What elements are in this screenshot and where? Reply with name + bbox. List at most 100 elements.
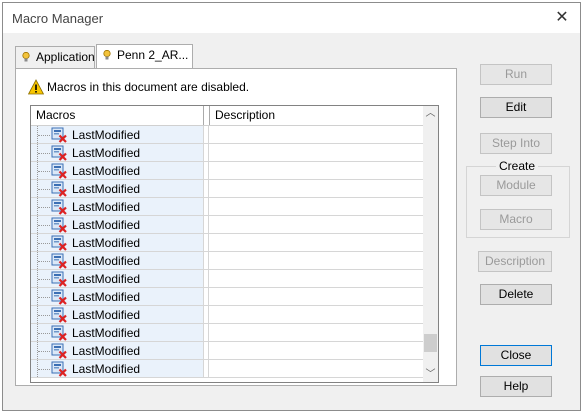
tab-document[interactable]: Penn 2_AR...	[96, 44, 193, 68]
macro-description-cell[interactable]	[209, 360, 423, 377]
macro-name: LastModified	[72, 146, 141, 160]
table-row[interactable]: LastModified	[31, 324, 423, 342]
table-row[interactable]: LastModified	[31, 270, 423, 288]
table-row[interactable]: LastModified	[31, 360, 423, 378]
tree-connector	[37, 324, 51, 341]
macro-name-cell[interactable]: LastModified	[31, 126, 204, 143]
table-row[interactable]: LastModified	[31, 288, 423, 306]
macro-name: LastModified	[72, 326, 141, 340]
table-row[interactable]: LastModified	[31, 144, 423, 162]
close-button[interactable]: Close	[480, 345, 552, 366]
table-row[interactable]: LastModified	[31, 180, 423, 198]
table-row[interactable]: LastModified	[31, 216, 423, 234]
macro-description-cell[interactable]	[209, 162, 423, 179]
macro-description-cell[interactable]	[209, 198, 423, 215]
disabled-macro-icon	[51, 181, 67, 197]
macro-name-cell[interactable]: LastModified	[31, 360, 204, 377]
macro-name: LastModified	[72, 344, 141, 358]
warning-icon	[28, 79, 44, 95]
macro-rows: LastModified LastModified LastModified Last…	[31, 126, 423, 378]
vertical-scrollbar[interactable]: ︿ ﹀	[423, 106, 438, 382]
macro-name-cell[interactable]: LastModified	[31, 342, 204, 359]
macro-description-cell[interactable]	[209, 234, 423, 251]
module-button[interactable]: Module	[480, 175, 552, 196]
step-into-button[interactable]: Step Into	[480, 133, 552, 154]
macro-name-cell[interactable]: LastModified	[31, 306, 204, 323]
macro-manager-dialog: Macro Manager ✕ Application Penn 2_AR...…	[2, 2, 581, 411]
scroll-thumb[interactable]	[424, 334, 437, 352]
macro-name: LastModified	[72, 182, 141, 196]
macro-name-cell[interactable]: LastModified	[31, 198, 204, 215]
tree-connector	[37, 216, 51, 233]
macro-name-cell[interactable]: LastModified	[31, 270, 204, 287]
table-row[interactable]: LastModified	[31, 126, 423, 144]
macro-list[interactable]: Macros Description LastModified LastModif…	[30, 105, 439, 383]
macro-description-cell[interactable]	[209, 126, 423, 143]
create-group-label: Create	[496, 158, 539, 174]
table-row[interactable]: LastModified	[31, 306, 423, 324]
tree-connector	[37, 198, 51, 215]
description-button[interactable]: Description	[478, 251, 552, 272]
macro-name-cell[interactable]: LastModified	[31, 180, 204, 197]
lightbulb-icon	[103, 50, 111, 60]
scroll-up-arrow-icon[interactable]: ︿	[423, 106, 438, 121]
macro-name-cell[interactable]: LastModified	[31, 324, 204, 341]
disabled-macro-icon	[51, 289, 67, 305]
warning-banner: Macros in this document are disabled.	[28, 77, 249, 97]
macro-name-cell[interactable]: LastModified	[31, 288, 204, 305]
tree-connector	[37, 162, 51, 179]
column-header-description[interactable]: Description	[209, 106, 423, 125]
macro-description-cell[interactable]	[209, 144, 423, 161]
tab-document-label: Penn 2_AR...	[117, 48, 189, 62]
edit-button[interactable]: Edit	[480, 97, 552, 118]
macro-description-cell[interactable]	[209, 342, 423, 359]
macro-name: LastModified	[72, 290, 141, 304]
macro-description-cell[interactable]	[209, 324, 423, 341]
macro-description-cell[interactable]	[209, 252, 423, 269]
table-row[interactable]: LastModified	[31, 252, 423, 270]
tree-connector	[37, 306, 51, 323]
macro-description-cell[interactable]	[209, 306, 423, 323]
macro-name-cell[interactable]: LastModified	[31, 234, 204, 251]
disabled-macro-icon	[51, 307, 67, 323]
run-button[interactable]: Run	[480, 64, 552, 85]
disabled-macro-icon	[51, 343, 67, 359]
macro-name-cell[interactable]: LastModified	[31, 216, 204, 233]
table-row[interactable]: LastModified	[31, 342, 423, 360]
tree-connector	[37, 144, 51, 161]
macro-name-cell[interactable]: LastModified	[31, 162, 204, 179]
macro-name: LastModified	[72, 164, 141, 178]
scroll-down-arrow-icon[interactable]: ﹀	[423, 367, 438, 382]
tab-application-label: Application	[36, 50, 95, 64]
macro-description-cell[interactable]	[209, 216, 423, 233]
delete-button[interactable]: Delete	[480, 284, 552, 305]
table-row[interactable]: LastModified	[31, 198, 423, 216]
table-row[interactable]: LastModified	[31, 234, 423, 252]
macro-name: LastModified	[72, 308, 141, 322]
macro-name: LastModified	[72, 200, 141, 214]
macro-description-cell[interactable]	[209, 270, 423, 287]
macro-name: LastModified	[72, 254, 141, 268]
tree-connector	[37, 270, 51, 287]
column-header-macros[interactable]: Macros	[31, 106, 204, 125]
disabled-macro-icon	[51, 235, 67, 251]
disabled-macro-icon	[51, 127, 67, 143]
macro-description-cell[interactable]	[209, 180, 423, 197]
macro-button[interactable]: Macro	[480, 209, 552, 230]
tree-connector	[37, 234, 51, 251]
macro-name: LastModified	[72, 362, 141, 376]
disabled-macro-icon	[51, 325, 67, 341]
title-bar: Macro Manager ✕	[3, 3, 580, 33]
help-button[interactable]: Help	[480, 376, 552, 397]
table-row[interactable]: LastModified	[31, 162, 423, 180]
close-icon[interactable]: ✕	[552, 8, 572, 28]
macro-name: LastModified	[72, 272, 141, 286]
macro-name-cell[interactable]: LastModified	[31, 252, 204, 269]
window-title: Macro Manager	[12, 11, 104, 26]
macro-description-cell[interactable]	[209, 288, 423, 305]
tree-connector	[37, 342, 51, 359]
tree-connector	[37, 180, 51, 197]
disabled-macro-icon	[51, 217, 67, 233]
tab-application[interactable]: Application	[15, 46, 95, 68]
macro-name-cell[interactable]: LastModified	[31, 144, 204, 161]
